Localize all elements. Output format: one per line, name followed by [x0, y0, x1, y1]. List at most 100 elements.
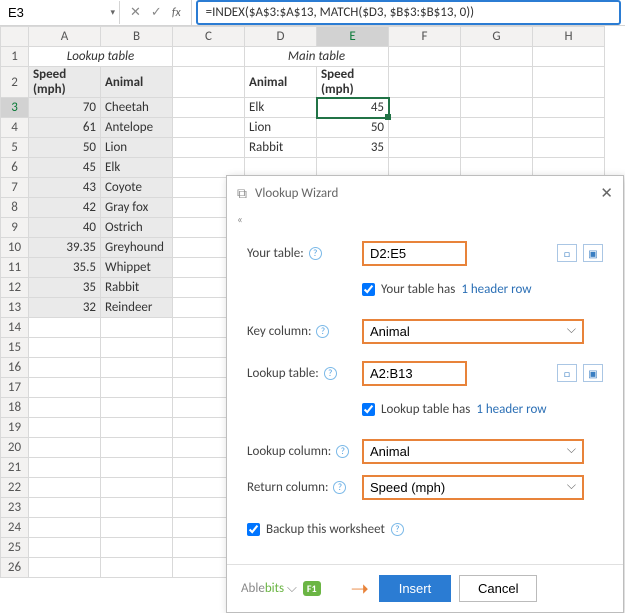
- cell[interactable]: Whippet: [101, 258, 173, 278]
- vlookup-wizard-dialog: ⧉ Vlookup Wizard ✕ « Your table:? □ ▣ Yo…: [226, 175, 624, 613]
- row-header[interactable]: 15: [1, 338, 29, 358]
- row-header[interactable]: 4: [1, 118, 29, 138]
- your-table-header-checkbox[interactable]: [362, 283, 375, 296]
- select-range-icon[interactable]: □: [557, 364, 577, 382]
- name-box-dropdown-icon[interactable]: ▾: [110, 7, 115, 18]
- col-header[interactable]: F: [389, 27, 461, 47]
- backup-checkbox[interactable]: [247, 523, 260, 536]
- row-header[interactable]: 2: [1, 67, 29, 98]
- fx-icon[interactable]: fx: [172, 6, 181, 20]
- row-header[interactable]: 17: [1, 378, 29, 398]
- expand-range-icon[interactable]: ▣: [583, 364, 603, 382]
- cancel-button[interactable]: Cancel: [459, 575, 537, 602]
- expand-icon[interactable]: «: [227, 211, 623, 232]
- cell[interactable]: Antelope: [101, 118, 173, 138]
- cell[interactable]: Coyote: [101, 178, 173, 198]
- f1-icon[interactable]: F1: [303, 581, 321, 596]
- cell[interactable]: 61: [29, 118, 101, 138]
- row-header[interactable]: 5: [1, 138, 29, 158]
- cell[interactable]: 35: [29, 278, 101, 298]
- row-header[interactable]: 24: [1, 518, 29, 538]
- cell[interactable]: Lion: [245, 118, 317, 138]
- cell[interactable]: Lion: [101, 138, 173, 158]
- help-icon[interactable]: ?: [333, 481, 346, 494]
- cell[interactable]: 32: [29, 298, 101, 318]
- row-header[interactable]: 26: [1, 558, 29, 578]
- row-header[interactable]: 18: [1, 398, 29, 418]
- row-header[interactable]: 23: [1, 498, 29, 518]
- row-header[interactable]: 13: [1, 298, 29, 318]
- row-header[interactable]: 16: [1, 358, 29, 378]
- close-icon[interactable]: ✕: [600, 184, 613, 203]
- lookup-table-input[interactable]: [362, 361, 467, 386]
- cancel-fx-icon[interactable]: ✕: [130, 5, 141, 20]
- cell[interactable]: 40: [29, 218, 101, 238]
- cell[interactable]: 39.35: [29, 238, 101, 258]
- row-header[interactable]: 19: [1, 418, 29, 438]
- return-column-select[interactable]: Speed (mph): [362, 475, 584, 500]
- select-all[interactable]: [1, 27, 29, 47]
- row-header[interactable]: 25: [1, 538, 29, 558]
- cell[interactable]: Greyhound: [101, 238, 173, 258]
- row-header[interactable]: 20: [1, 438, 29, 458]
- name-box-wrap: ▾: [0, 1, 120, 24]
- cell[interactable]: 50: [317, 118, 389, 138]
- col-header[interactable]: H: [533, 27, 605, 47]
- cell[interactable]: 35.5: [29, 258, 101, 278]
- cell[interactable]: 35: [317, 138, 389, 158]
- row-header[interactable]: 7: [1, 178, 29, 198]
- brand[interactable]: Ablebits ⌵: [241, 581, 297, 596]
- accept-fx-icon[interactable]: ✓: [151, 5, 162, 20]
- cell[interactable]: Elk: [245, 98, 317, 118]
- header-row-link[interactable]: 1 header row: [476, 402, 546, 417]
- row-header[interactable]: 11: [1, 258, 29, 278]
- fill-handle[interactable]: [385, 114, 391, 120]
- row-header[interactable]: 8: [1, 198, 29, 218]
- cell[interactable]: 45: [29, 158, 101, 178]
- cell[interactable]: 43: [29, 178, 101, 198]
- cell[interactable]: Cheetah: [101, 98, 173, 118]
- help-icon[interactable]: ?: [316, 325, 329, 338]
- col-header[interactable]: C: [173, 27, 245, 47]
- select-range-icon[interactable]: □: [557, 244, 577, 262]
- row-header[interactable]: 1: [1, 47, 29, 67]
- help-icon[interactable]: ?: [324, 367, 337, 380]
- cell[interactable]: Reindeer: [101, 298, 173, 318]
- lookup-column-select[interactable]: Animal: [362, 439, 584, 464]
- col-header[interactable]: A: [29, 27, 101, 47]
- col-header[interactable]: G: [461, 27, 533, 47]
- cell[interactable]: Rabbit: [245, 138, 317, 158]
- key-column-select[interactable]: Animal: [362, 319, 584, 344]
- name-box[interactable]: [4, 3, 89, 22]
- cell[interactable]: 70: [29, 98, 101, 118]
- col-header[interactable]: D: [245, 27, 317, 47]
- lookup-table-header-checkbox[interactable]: [362, 403, 375, 416]
- insert-button[interactable]: Insert: [379, 575, 451, 602]
- main-title: Main table: [245, 47, 389, 67]
- row-header[interactable]: 10: [1, 238, 29, 258]
- row-header[interactable]: 21: [1, 458, 29, 478]
- cell[interactable]: 42: [29, 198, 101, 218]
- row-header[interactable]: 6: [1, 158, 29, 178]
- help-icon[interactable]: ?: [336, 445, 349, 458]
- help-icon[interactable]: ?: [391, 523, 404, 536]
- cell[interactable]: Elk: [101, 158, 173, 178]
- cell[interactable]: 50: [29, 138, 101, 158]
- expand-range-icon[interactable]: ▣: [583, 244, 603, 262]
- your-table-input[interactable]: [362, 241, 467, 266]
- dialog-title: Vlookup Wizard: [255, 186, 600, 201]
- row-header[interactable]: 9: [1, 218, 29, 238]
- col-header[interactable]: B: [101, 27, 173, 47]
- row-header[interactable]: 12: [1, 278, 29, 298]
- row-header[interactable]: 14: [1, 318, 29, 338]
- formula-input[interactable]: =INDEX($A$3:$A$13, MATCH($D3, $B$3:$B$13…: [196, 0, 621, 25]
- row-header[interactable]: 22: [1, 478, 29, 498]
- cell[interactable]: Ostrich: [101, 218, 173, 238]
- col-header[interactable]: E: [317, 27, 389, 47]
- cell[interactable]: Rabbit: [101, 278, 173, 298]
- row-header[interactable]: 3: [1, 98, 29, 118]
- cell[interactable]: Gray fox: [101, 198, 173, 218]
- header-row-link[interactable]: 1 header row: [461, 282, 531, 297]
- active-cell[interactable]: 45: [317, 98, 389, 118]
- help-icon[interactable]: ?: [309, 247, 322, 260]
